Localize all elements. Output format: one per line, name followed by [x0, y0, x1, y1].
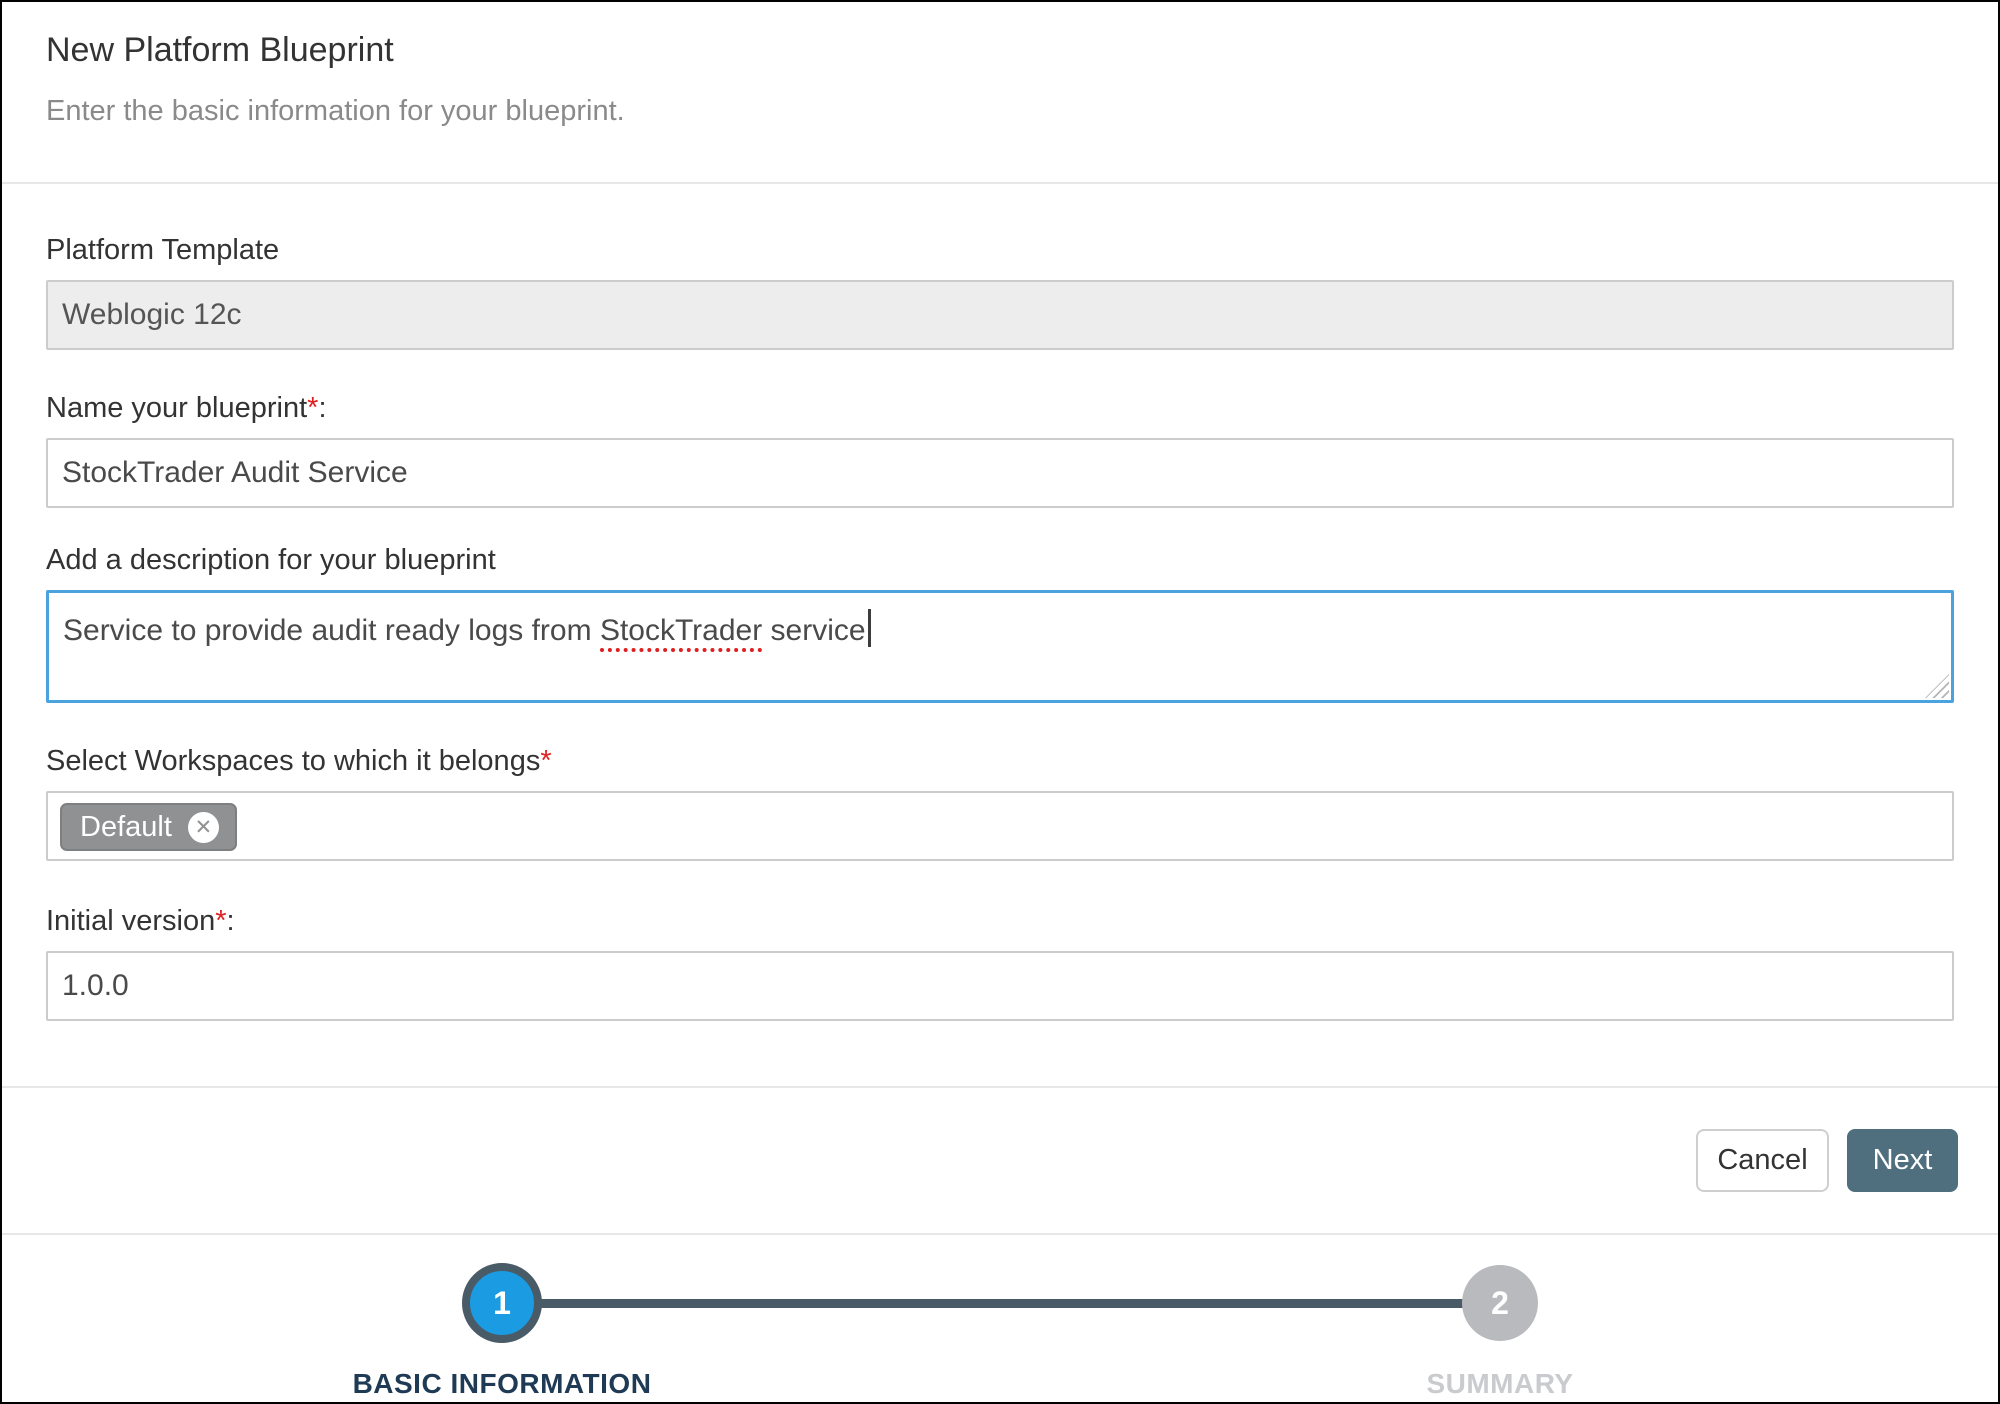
workspaces-multiselect[interactable]: Default ✕: [46, 791, 1954, 861]
dialog-footer: Cancel Next: [2, 1086, 1998, 1233]
required-asterisk: *: [540, 745, 551, 777]
workspace-tag-label: Default: [80, 811, 172, 844]
step-1-circle[interactable]: 1: [462, 1263, 542, 1343]
blueprint-name-input[interactable]: [46, 438, 1954, 508]
description-field-wrap: Service to provide audit ready logs from…: [46, 590, 1954, 703]
initial-version-input[interactable]: [46, 951, 1954, 1021]
wizard-steps-bar: 1 BASIC INFORMATION 2 SUMMARY: [2, 1233, 1998, 1404]
new-platform-blueprint-dialog: New Platform Blueprint Enter the basic i…: [0, 0, 2000, 1404]
remove-tag-icon[interactable]: ✕: [188, 812, 219, 843]
step-2-circle[interactable]: 2: [1462, 1265, 1538, 1341]
required-asterisk: *: [307, 392, 318, 424]
page-title: New Platform Blueprint: [46, 28, 1954, 72]
dialog-header: New Platform Blueprint Enter the basic i…: [2, 2, 1998, 184]
page-subtitle: Enter the basic information for your blu…: [46, 92, 1954, 130]
platform-template-input: [46, 280, 1954, 350]
blueprint-name-label: Name your blueprint*:: [46, 390, 1954, 426]
workspace-tag-default: Default ✕: [60, 803, 237, 851]
wizard-step-summary: 2 SUMMARY: [1280, 1235, 1720, 1400]
step-1-label: BASIC INFORMATION: [282, 1368, 722, 1400]
required-asterisk: *: [215, 905, 226, 937]
workspaces-label: Select Workspaces to which it belongs*: [46, 743, 1954, 779]
text-caret: [868, 609, 871, 647]
cancel-button[interactable]: Cancel: [1696, 1129, 1829, 1192]
description-text-before: Service to provide audit ready logs from: [63, 614, 600, 647]
description-misspelled-word: StockTrader: [600, 614, 762, 652]
initial-version-label: Initial version*:: [46, 903, 1954, 939]
next-button[interactable]: Next: [1847, 1129, 1958, 1192]
platform-template-label: Platform Template: [46, 232, 1954, 268]
description-text-after: service: [762, 614, 865, 647]
description-label: Add a description for your blueprint: [46, 542, 1954, 578]
description-textarea[interactable]: Service to provide audit ready logs from…: [46, 590, 1954, 703]
blueprint-form: Platform Template Name your blueprint*: …: [2, 184, 1998, 1021]
step-2-label: SUMMARY: [1280, 1368, 1720, 1400]
wizard-step-basic-information: 1 BASIC INFORMATION: [282, 1235, 722, 1400]
